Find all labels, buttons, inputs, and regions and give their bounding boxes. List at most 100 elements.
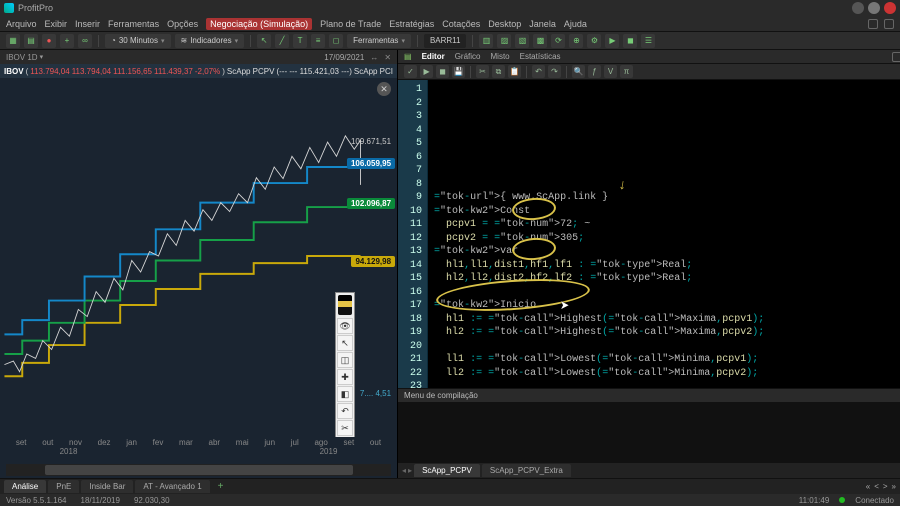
editor-share-icon[interactable]	[892, 52, 900, 62]
code-line[interactable]: ="tok-kw2">Const	[434, 205, 900, 219]
window-minimize-button[interactable]	[852, 2, 864, 14]
tab-estatisticas[interactable]: Estatísticas	[520, 52, 561, 61]
script-tab-prev[interactable]: ◂	[402, 466, 406, 475]
script-tab-next[interactable]: ▸	[408, 466, 412, 475]
chevron-down-icon[interactable]: ▾	[40, 53, 44, 61]
tool-new-icon[interactable]: ▦	[6, 34, 20, 48]
wtab-first[interactable]: «	[866, 482, 870, 491]
wtab-prev[interactable]: <	[874, 482, 879, 491]
tool-cursor-icon[interactable]: ↖	[257, 34, 271, 48]
tool-zoom-icon[interactable]: ⊕	[569, 34, 583, 48]
chart-scrollbar[interactable]	[6, 464, 391, 476]
tab-misto[interactable]: Misto	[491, 52, 510, 61]
wtab-add-button[interactable]: +	[212, 481, 230, 492]
menu-cotacoes[interactable]: Cotações	[442, 19, 480, 29]
editor-tabbar-icon[interactable]: ▤	[404, 52, 412, 61]
chart-scroll-thumb[interactable]	[45, 465, 353, 475]
code-area[interactable]: ↓ ➤ ="tok-url">{ www.ScApp.link }="tok-k…	[428, 80, 900, 388]
tool-chart3-icon[interactable]: ▧	[515, 34, 529, 48]
wtab-analise[interactable]: Análise	[4, 480, 46, 493]
ed-tool-copy[interactable]: ⧉	[492, 65, 505, 78]
menu-negociacao[interactable]: Negociação (Simulação)	[206, 18, 312, 30]
tool-trend-icon[interactable]: ╱	[275, 34, 289, 48]
wtab-last[interactable]: »	[892, 482, 896, 491]
code-line[interactable]: ll2 := ="tok-call">Lowest(="tok-call">Mi…	[434, 367, 900, 381]
tool-chart4-icon[interactable]: ▩	[533, 34, 547, 48]
tool-chart1-icon[interactable]: ▥	[479, 34, 493, 48]
wtab-avancado[interactable]: AT - Avançado 1	[135, 480, 209, 493]
eye-tool-icon[interactable]: 👁	[337, 318, 353, 334]
menu-plano[interactable]: Plano de Trade	[320, 19, 381, 29]
menu-ferramentas[interactable]: Ferramentas	[108, 19, 159, 29]
tool-open-icon[interactable]: ▤	[24, 34, 38, 48]
pen-tool-icon[interactable]	[338, 295, 352, 315]
code-line[interactable]: hl1,ll1,dist1,hf1,lf1 : ="tok-type">Real…	[434, 259, 900, 273]
tool-record-icon[interactable]: ●	[42, 34, 56, 48]
compile-menu-bar[interactable]: Menu de compilação	[398, 388, 900, 402]
ed-tool-stop[interactable]: ◼	[436, 65, 449, 78]
tool-add-icon[interactable]: +	[60, 34, 74, 48]
code-line[interactable]	[434, 380, 900, 388]
code-line[interactable]: hl2,ll2,dist2,hf2,lf2 : ="tok-type">Real…	[434, 272, 900, 286]
ed-tool-find[interactable]: 🔍	[572, 65, 585, 78]
pointer-tool-icon[interactable]: ↖	[337, 335, 353, 351]
menu-desktop[interactable]: Desktop	[488, 19, 521, 29]
menu-ajuda[interactable]: Ajuda	[564, 19, 587, 29]
ed-tool-save[interactable]: 💾	[452, 65, 465, 78]
chart-area[interactable]: 109.671,51 106.059,95 102.096,87 94.129,…	[0, 78, 397, 437]
menu-exibir[interactable]: Exibir	[45, 19, 68, 29]
tool-fib-icon[interactable]: ≡	[311, 34, 325, 48]
tool-link-icon[interactable]: ∞	[78, 34, 92, 48]
menu-janela[interactable]: Janela	[529, 19, 556, 29]
clip-tool-icon[interactable]: ✂	[337, 420, 353, 436]
tool-chart2-icon[interactable]: ▨	[497, 34, 511, 48]
script-tab-2[interactable]: ScApp_PCPV_Extra	[482, 464, 571, 477]
menu-opcoes[interactable]: Opções	[167, 19, 198, 29]
menu-share-icon[interactable]	[868, 19, 878, 29]
tool-list-icon[interactable]: ☰	[641, 34, 655, 48]
ed-tool-compile[interactable]: ✓	[404, 65, 417, 78]
color-tool-icon[interactable]: ◧	[337, 386, 353, 402]
code-line[interactable]: hl2 := ="tok-call">Highest(="tok-call">M…	[434, 326, 900, 340]
code-line[interactable]	[434, 286, 900, 300]
menu-inserir[interactable]: Inserir	[75, 19, 100, 29]
chart-expand-button[interactable]: ↔	[370, 53, 378, 62]
tool-stop-icon[interactable]: ◼	[623, 34, 637, 48]
undo-tool-icon[interactable]: ↶	[337, 403, 353, 419]
code-line[interactable]: ="tok-kw2">Inicio	[434, 299, 900, 313]
cross-tool-icon[interactable]: ✚	[337, 369, 353, 385]
menu-arquivo[interactable]: Arquivo	[6, 19, 37, 29]
tool-text-icon[interactable]: T	[293, 34, 307, 48]
ed-tool-v[interactable]: V	[604, 65, 617, 78]
symbol-input[interactable]: BARR11	[424, 34, 467, 48]
ed-tool-paste[interactable]: 📋	[508, 65, 521, 78]
chart-close-button[interactable]: ✕	[384, 53, 391, 62]
tool-refresh-icon[interactable]: ⟳	[551, 34, 565, 48]
eraser-tool-icon[interactable]: ◫	[337, 352, 353, 368]
ed-tool-run[interactable]: ▶	[420, 65, 433, 78]
code-line[interactable]: pcpv2 = ="tok-num">305;	[434, 232, 900, 246]
wtab-pne[interactable]: PnE	[48, 480, 79, 493]
script-tab-1[interactable]: ScApp_PCPV	[414, 464, 480, 477]
chart-tab[interactable]: IBOV 1D	[6, 53, 38, 62]
tab-editor[interactable]: Editor	[422, 52, 445, 61]
ed-tool-redo[interactable]: ↷	[548, 65, 561, 78]
tool-settings-icon[interactable]: ⚙	[587, 34, 601, 48]
code-line[interactable]: hl1 := ="tok-call">Highest(="tok-call">M…	[434, 313, 900, 327]
timeframe-dropdown[interactable]: ◔ 30 Minutos	[105, 34, 171, 48]
wtab-inside[interactable]: Inside Bar	[81, 480, 133, 493]
ed-tool-pi[interactable]: π	[620, 65, 633, 78]
code-line[interactable]: ="tok-kw2">var	[434, 245, 900, 259]
menu-notify-icon[interactable]	[884, 19, 894, 29]
code-line[interactable]: ll1 := ="tok-call">Lowest(="tok-call">Mi…	[434, 353, 900, 367]
ed-tool-func[interactable]: ƒ	[588, 65, 601, 78]
code-editor[interactable]: 1234567891011121314151617181920212223242…	[398, 80, 900, 388]
tool-shape-icon[interactable]: ◻	[329, 34, 343, 48]
window-maximize-button[interactable]	[868, 2, 880, 14]
code-line[interactable]: ="tok-url">{ www.ScApp.link }	[434, 191, 900, 205]
wtab-next[interactable]: >	[883, 482, 888, 491]
ed-tool-cut[interactable]: ✂	[476, 65, 489, 78]
tool-play-icon[interactable]: ▶	[605, 34, 619, 48]
indicators-dropdown[interactable]: ≋ Indicadores	[175, 34, 245, 48]
tab-grafico[interactable]: Gráfico	[455, 52, 481, 61]
